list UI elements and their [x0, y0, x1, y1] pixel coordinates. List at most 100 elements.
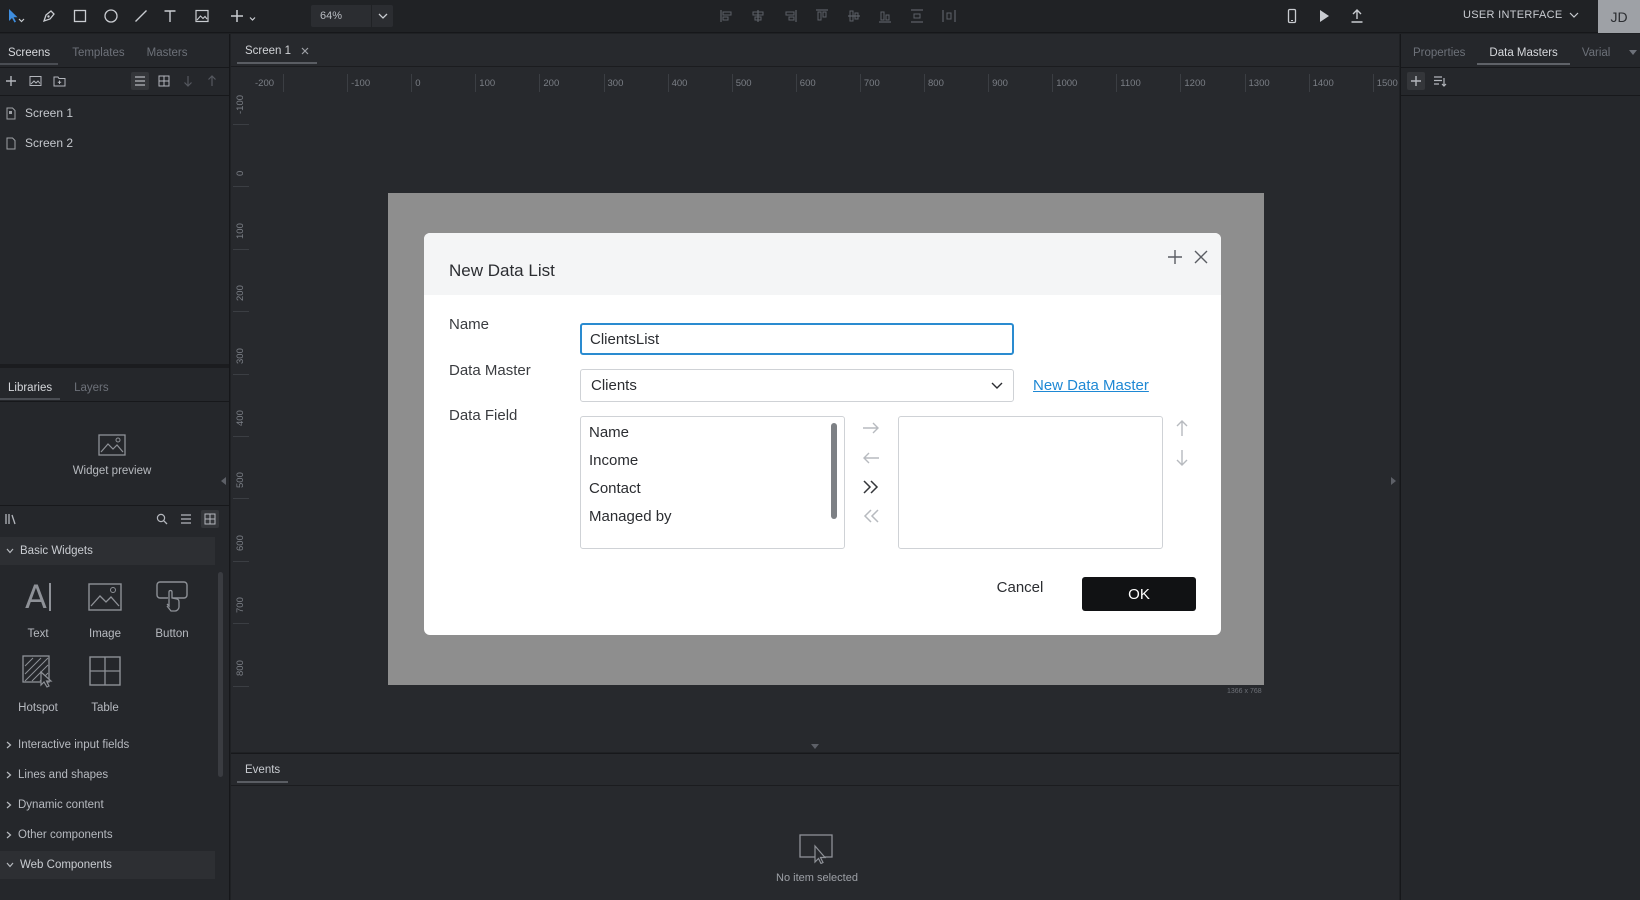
move-up-icon[interactable] — [203, 72, 221, 90]
rectangle-tool-icon[interactable] — [68, 5, 92, 27]
library-toolbar — [2, 510, 20, 528]
line-tool-icon[interactable] — [129, 5, 153, 27]
align-bottom-icon[interactable] — [873, 5, 897, 27]
widget-text[interactable]: A Text — [6, 574, 70, 640]
add-data-master-icon[interactable] — [1407, 72, 1425, 90]
tab-templates[interactable]: Templates — [64, 41, 132, 65]
chevron-down-icon[interactable] — [1629, 50, 1637, 56]
ruler-tick-mark — [233, 623, 249, 625]
library-tabs: Libraries Layers — [0, 376, 123, 400]
text-tool-icon[interactable] — [158, 5, 182, 27]
distribute-vertical-icon[interactable] — [905, 5, 929, 27]
list-item[interactable]: Managed by — [581, 503, 844, 531]
ok-button[interactable]: OK — [1082, 577, 1196, 611]
tab-properties[interactable]: Properties — [1401, 41, 1477, 65]
cancel-button[interactable]: Cancel — [992, 579, 1048, 601]
image-tool-icon[interactable] — [190, 5, 214, 27]
ruler-tick-mark — [795, 74, 797, 92]
ruler-tick-mark — [233, 436, 249, 437]
play-icon[interactable] — [1312, 5, 1336, 27]
list-item[interactable]: Contact — [581, 475, 844, 503]
align-left-icon[interactable] — [715, 5, 739, 27]
distribute-horizontal-icon[interactable] — [937, 5, 961, 27]
align-right-icon[interactable] — [778, 5, 802, 27]
widget-table[interactable]: Table — [73, 648, 137, 714]
ruler-tick-mark — [1052, 74, 1054, 92]
collapse-bottom-icon[interactable] — [811, 744, 819, 750]
widget-button[interactable]: Button — [140, 574, 204, 640]
move-down-icon[interactable] — [179, 72, 197, 90]
data-master-value: Clients — [591, 377, 637, 394]
ruler-tick-label: 1200 — [1184, 78, 1206, 89]
ruler-tick-mark — [1372, 74, 1374, 92]
chevron-down-icon — [991, 382, 1003, 389]
category-basic-widgets[interactable]: Basic Widgets — [0, 537, 215, 565]
category-other-components[interactable]: Other components — [0, 821, 215, 849]
widget-hotspot[interactable]: Hotspot — [6, 648, 70, 714]
add-folder-icon[interactable] — [50, 72, 68, 90]
search-icon[interactable] — [153, 510, 171, 528]
move-down-icon[interactable] — [1172, 448, 1192, 468]
screen-item-1[interactable]: Screen 1 — [0, 98, 229, 128]
grid-view-icon[interactable] — [155, 72, 173, 90]
category-lines-and-shapes[interactable]: Lines and shapes — [0, 761, 215, 789]
close-icon[interactable] — [301, 47, 309, 55]
tab-events[interactable]: Events — [237, 758, 289, 783]
screen-item-2[interactable]: Screen 2 — [0, 128, 229, 158]
select-tool-icon[interactable] — [4, 5, 28, 27]
move-all-right-icon[interactable] — [861, 477, 881, 497]
chevron-down-icon[interactable] — [371, 5, 393, 27]
close-icon[interactable] — [1194, 250, 1208, 264]
chevron-right-icon — [6, 741, 12, 749]
move-all-left-icon[interactable] — [861, 506, 881, 526]
tab-masters[interactable]: Masters — [139, 41, 196, 65]
library-scrollbar[interactable] — [218, 572, 223, 777]
add-icon[interactable] — [1167, 249, 1183, 265]
tab-screen-1[interactable]: Screen 1 — [237, 40, 318, 64]
zoom-select[interactable]: 64% — [311, 5, 393, 27]
selected-fields-list[interactable] — [898, 416, 1163, 549]
collapse-right-icon[interactable] — [1391, 477, 1397, 485]
pen-tool-icon[interactable] — [37, 5, 61, 27]
add-menu-icon[interactable] — [228, 5, 262, 27]
sort-list-icon[interactable] — [1431, 72, 1449, 90]
collapse-left-icon[interactable] — [221, 477, 227, 485]
available-fields-list[interactable]: Name Income Contact Managed by — [580, 416, 845, 549]
list-view-icon[interactable] — [131, 72, 149, 90]
list-item[interactable]: Name — [581, 419, 844, 447]
widget-image[interactable]: Image — [73, 574, 137, 640]
tab-layers[interactable]: Layers — [66, 376, 117, 400]
mobile-preview-icon[interactable] — [1280, 5, 1304, 27]
move-left-icon[interactable] — [861, 448, 881, 468]
share-upload-icon[interactable] — [1345, 5, 1369, 27]
tab-screens[interactable]: Screens — [0, 41, 59, 65]
add-screen-icon[interactable] — [2, 72, 20, 90]
list-item[interactable]: Income — [581, 447, 844, 475]
category-dynamic-content[interactable]: Dynamic content — [0, 791, 215, 819]
tab-data-masters[interactable]: Data Masters — [1477, 41, 1570, 65]
data-master-select[interactable]: Clients — [580, 369, 1014, 402]
category-web-components[interactable]: Web Components — [0, 851, 215, 879]
move-up-icon[interactable] — [1172, 418, 1192, 438]
list-scrollbar[interactable] — [831, 423, 837, 519]
tab-variables[interactable]: Varial — [1570, 41, 1623, 65]
widget-preview: Widget preview — [60, 434, 164, 477]
new-data-master-link[interactable]: New Data Master — [1033, 377, 1149, 394]
move-right-icon[interactable] — [861, 418, 881, 438]
mode-selector[interactable]: USER INTERFACE — [1463, 9, 1579, 21]
align-middle-icon[interactable] — [842, 5, 866, 27]
list-view-icon[interactable] — [177, 510, 195, 528]
ruler-tick-mark — [233, 560, 249, 562]
align-center-icon[interactable] — [746, 5, 770, 27]
ruler-tick-label: 900 — [992, 78, 1008, 89]
align-top-icon[interactable] — [810, 5, 834, 27]
ruler-tick-mark — [539, 74, 541, 92]
category-interactive-input-fields[interactable]: Interactive input fields — [0, 731, 215, 759]
tab-libraries[interactable]: Libraries — [0, 376, 61, 400]
library-books-icon[interactable] — [2, 510, 20, 528]
add-image-screen-icon[interactable] — [26, 72, 44, 90]
name-input[interactable] — [580, 323, 1014, 355]
grid-view-icon[interactable] — [201, 510, 219, 528]
ellipse-tool-icon[interactable] — [99, 5, 123, 27]
avatar[interactable]: JD — [1598, 0, 1640, 33]
